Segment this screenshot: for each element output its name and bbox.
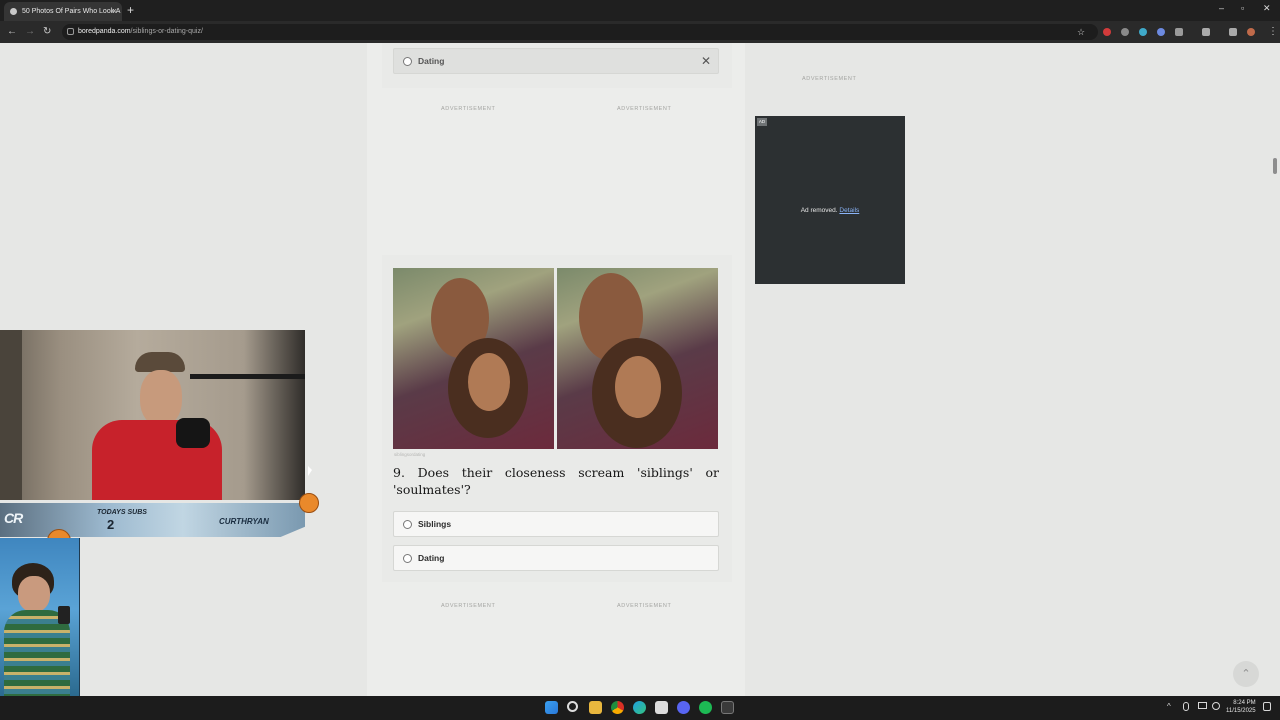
back-button[interactable]: ←: [7, 25, 17, 39]
streamer-logo: CR: [4, 510, 23, 526]
forward-button[interactable]: →: [25, 25, 35, 39]
discord-icon[interactable]: [677, 701, 690, 714]
sidebar-ad-removed: AD Ad removed. Details: [755, 116, 905, 284]
quiz-question: 9. Does their closeness scream 'siblings…: [393, 465, 719, 497]
browser-tab-active[interactable]: 50 Photos Of Pairs Who Look A ×: [4, 2, 122, 21]
orange-mascot-icon: [299, 493, 319, 513]
windows-start-icon[interactable]: [545, 701, 558, 714]
webcam-microphone: [176, 418, 210, 448]
extension-blue-icon[interactable]: [1157, 28, 1165, 36]
photo-credit[interactable]: siblingsordating: [394, 452, 425, 457]
close-icon[interactable]: ✕: [701, 49, 711, 73]
bookmark-star-icon[interactable]: ☆: [1077, 25, 1085, 39]
webcam-cap: [135, 352, 185, 372]
todays-subs-count: 2: [107, 517, 115, 532]
page-scrollbar[interactable]: [1270, 43, 1280, 696]
extensions-puzzle-icon[interactable]: [1175, 28, 1183, 36]
mouse-cursor: [308, 466, 312, 476]
app-icon[interactable]: [721, 701, 734, 714]
extension-teal-icon[interactable]: [1139, 28, 1147, 36]
webcam-blinds: [0, 330, 22, 500]
minimize-window-button[interactable]: –: [1219, 3, 1224, 13]
todays-subs-label: TODAYS SUBS: [97, 509, 147, 516]
ad-removed-text: Ad removed.: [800, 207, 838, 214]
radio-circle-icon: [403, 57, 412, 66]
avatar-face: [18, 576, 50, 612]
address-bar[interactable]: boredpanda.com/siblings-or-dating-quiz/: [62, 24, 1098, 40]
tab-close-icon[interactable]: ×: [112, 2, 117, 21]
search-icon[interactable]: [567, 701, 578, 712]
option-label: Dating: [418, 56, 445, 66]
clock-date: 11/15/2025: [1226, 708, 1256, 714]
couple-photo-right: [557, 268, 718, 449]
url-host: boredpanda.com: [78, 28, 131, 35]
clock-time: 8:24 PM: [1233, 700, 1256, 706]
avatar-phone: [58, 606, 70, 624]
scrollbar-thumb[interactable]: [1273, 158, 1277, 174]
webcam-mic-arm: [190, 374, 305, 379]
taskbar-clock[interactable]: 8:24 PM 11/15/2025: [1226, 699, 1256, 715]
extension-red-icon[interactable]: [1103, 28, 1111, 36]
close-window-button[interactable]: ✕: [1263, 3, 1271, 14]
animated-avatar-panel: [0, 538, 80, 696]
extension-gray-icon[interactable]: [1121, 28, 1129, 36]
browser-tab-strip: 50 Photos Of Pairs Who Look A × + – ▫ ✕: [0, 0, 1280, 21]
downloads-icon[interactable]: [1229, 28, 1237, 36]
ad-label-left-bottom: ADVERTISEMENT: [441, 603, 496, 609]
ad-label-right-bottom: ADVERTISEMENT: [617, 603, 672, 609]
quiz-option-siblings[interactable]: Siblings: [393, 511, 719, 537]
radio-circle-icon: [403, 554, 412, 563]
option-label: Siblings: [418, 519, 452, 529]
ad-details-link[interactable]: Details: [839, 207, 859, 214]
url-path: /siblings-or-dating-quiz/: [130, 28, 203, 35]
webcam-face: [140, 370, 182, 426]
quiz-option-dating[interactable]: Dating: [393, 545, 719, 571]
boredpanda-favicon-icon: [10, 8, 17, 15]
quiz-option-dating-previous[interactable]: Dating ✕: [393, 48, 719, 74]
radio-circle-icon: [403, 520, 412, 529]
store-icon[interactable]: [655, 701, 668, 714]
twitter-handle: CURTHRYAN: [219, 517, 269, 526]
webcam-feed: [0, 330, 305, 500]
browser-menu-icon[interactable]: ⋮: [1268, 25, 1278, 39]
ad-label-right: ADVERTISEMENT: [617, 106, 672, 112]
network-icon[interactable]: [1198, 702, 1207, 709]
site-info-icon[interactable]: [67, 28, 74, 35]
browser-toolbar: ← → ↻ boredpanda.com/siblings-or-dating-…: [0, 21, 1280, 43]
sidepanel-icon[interactable]: [1202, 28, 1210, 36]
spotify-icon[interactable]: [699, 701, 712, 714]
file-explorer-icon[interactable]: [589, 701, 602, 714]
option-label: Dating: [418, 553, 445, 563]
tab-title: 50 Photos Of Pairs Who Look A: [22, 8, 121, 15]
scroll-to-top-button[interactable]: ⌃: [1233, 661, 1259, 687]
reload-button[interactable]: ↻: [43, 25, 51, 39]
chrome-icon[interactable]: [611, 701, 624, 714]
profile-avatar-icon[interactable]: [1247, 28, 1255, 36]
photo-face-woman: [468, 353, 510, 411]
ad-label-left: ADVERTISEMENT: [441, 106, 496, 112]
ad-badge: AD: [757, 118, 767, 126]
ad-removed-notice: Ad removed. Details: [755, 207, 905, 214]
volume-icon[interactable]: [1212, 702, 1220, 710]
new-tab-button[interactable]: +: [127, 3, 134, 17]
edge-icon[interactable]: [633, 701, 646, 714]
couple-photo-left: [393, 268, 554, 449]
maximize-window-button[interactable]: ▫: [1241, 3, 1244, 13]
sidebar-ad-label: ADVERTISEMENT: [802, 76, 857, 82]
windows-taskbar: ^ 8:24 PM 11/15/2025: [0, 696, 1280, 720]
tray-chevron-icon[interactable]: ^: [1167, 702, 1171, 711]
notifications-icon[interactable]: [1263, 702, 1271, 711]
microphone-icon[interactable]: [1183, 702, 1189, 711]
photo-face-woman: [615, 356, 661, 418]
